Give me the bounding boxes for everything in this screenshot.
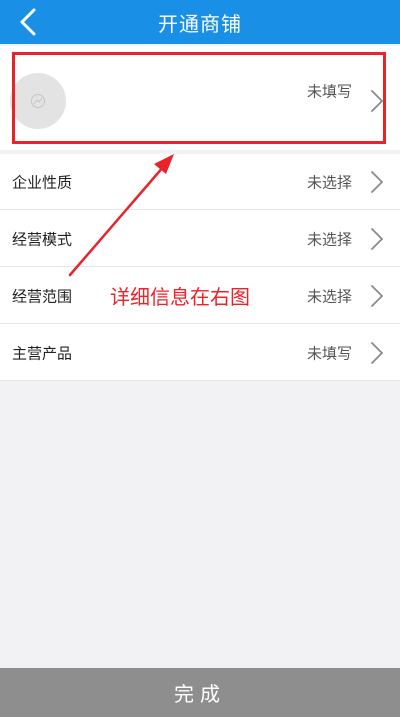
list-item-main-products[interactable]: 主营产品 未填写 bbox=[0, 325, 400, 381]
chevron-right-icon bbox=[371, 227, 383, 250]
chevron-left-icon bbox=[20, 8, 36, 36]
list-item-company-type[interactable]: 企业性质 未选择 bbox=[0, 154, 400, 210]
back-button[interactable] bbox=[0, 0, 56, 44]
row-label: 企业性质 bbox=[12, 173, 73, 191]
done-button-label: 完成 bbox=[174, 682, 226, 706]
screen: 开通商铺 未填写 企业性质 未选择 经营模式 未选择 经营范围 未选择 主营产品… bbox=[0, 0, 400, 717]
header-bar: 开通商铺 bbox=[0, 0, 400, 44]
row-value: 未选择 bbox=[306, 287, 352, 305]
row-label: 经营模式 bbox=[12, 230, 73, 248]
page-title: 开通商铺 bbox=[158, 11, 242, 36]
row-value: 未选择 bbox=[306, 173, 352, 191]
chevron-right-icon bbox=[371, 170, 383, 193]
highlight-box bbox=[12, 52, 386, 144]
row-label: 经营范围 bbox=[12, 287, 73, 305]
list-item-business-model[interactable]: 经营模式 未选择 bbox=[0, 211, 400, 267]
done-button[interactable]: 完成 bbox=[0, 668, 400, 717]
chevron-right-icon bbox=[371, 341, 383, 364]
row-value: 未填写 bbox=[306, 344, 352, 362]
row-label: 主营产品 bbox=[12, 344, 73, 362]
row-value: 未选择 bbox=[306, 230, 352, 248]
annotation-text: 详细信息在右图 bbox=[110, 285, 250, 309]
settings-list: 企业性质 未选择 经营模式 未选择 经营范围 未选择 主营产品 未填写 bbox=[0, 154, 400, 381]
chevron-right-icon bbox=[371, 284, 383, 307]
